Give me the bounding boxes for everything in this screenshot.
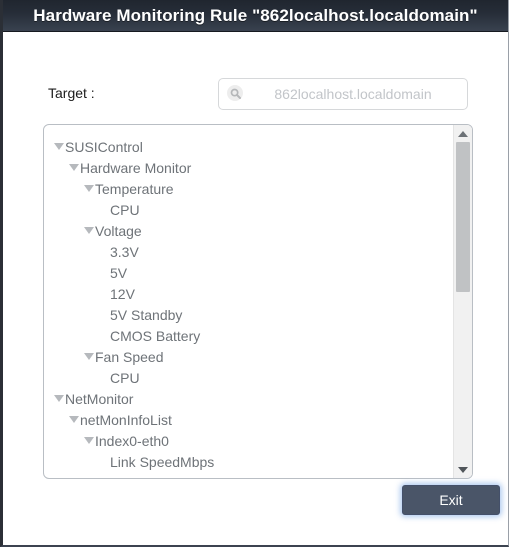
target-row: Target : [3,78,508,112]
tree-node-label: Fan Speed [95,349,164,365]
tree-node-label: Temperature [95,181,174,197]
scrollbar-thumb[interactable] [456,142,470,292]
tree-node[interactable]: CPU [44,368,453,389]
caret-down-icon[interactable] [54,143,64,150]
tree-node[interactable]: 3.3V [44,242,453,263]
tree-node[interactable]: 5V Standby [44,305,453,326]
tree-node[interactable]: netMonInfoList [44,410,453,431]
caret-down-icon[interactable] [84,437,94,444]
tree-node[interactable]: Voltage [44,221,453,242]
tree-node-label: Hardware Monitor [80,160,192,176]
chevron-down-icon [458,466,468,473]
dialog-body: Target : SUSIControl Hardware Monitor Temp… [3,32,508,545]
dialog-title: Hardware Monitoring Rule "862localhost.l… [33,5,478,25]
tree-node-label: CMOS Battery [110,328,201,344]
tree-node-label: CPU [110,202,140,218]
tree-node[interactable]: SUSIControl [44,137,453,158]
tree-scrollbar[interactable] [453,125,472,478]
caret-down-icon[interactable] [54,395,64,402]
caret-down-icon[interactable] [84,227,94,234]
target-label: Target : [48,85,95,101]
device-tree-panel: SUSIControl Hardware Monitor Temperature CP… [43,124,473,479]
tree-node[interactable]: CPU [44,200,453,221]
tree-node[interactable]: Hardware Monitor [44,158,453,179]
scrollbar-down-button[interactable] [454,461,472,478]
tree-node[interactable]: 5V [44,263,453,284]
tree-node-label: 5V Standby [110,307,183,323]
scrollbar-track[interactable] [454,142,472,461]
dialog-titlebar: Hardware Monitoring Rule "862localhost.l… [3,0,508,32]
tree-node-label: 3.3V [110,244,139,260]
target-search-box[interactable] [218,78,468,110]
tree-node-label: netMonInfoList [80,412,172,428]
hardware-monitoring-rule-dialog: Hardware Monitoring Rule "862localhost.l… [0,0,509,547]
search-icon [223,81,249,107]
tree-node[interactable]: Index0-eth0 [44,431,453,452]
target-search-input[interactable] [249,80,467,108]
tree-node-label: 5V [110,265,128,281]
caret-down-icon[interactable] [84,353,94,360]
tree-node[interactable]: Link SpeedMbps [44,452,453,473]
tree-node[interactable]: 12V [44,284,453,305]
tree-node[interactable]: Fan Speed [44,347,453,368]
tree-node-label: Link SpeedMbps [110,454,215,470]
scrollbar-up-button[interactable] [454,125,472,142]
device-tree-list[interactable]: SUSIControl Hardware Monitor Temperature CP… [44,125,453,478]
dialog-footer: Exit [3,477,508,545]
tree-node-label: CPU [110,370,140,386]
tree-node-label: SUSIControl [65,139,143,155]
caret-down-icon[interactable] [69,164,79,171]
caret-down-icon[interactable] [84,185,94,192]
caret-down-icon[interactable] [69,416,79,423]
tree-node-label: NetMonitor [65,391,134,407]
tree-node-label: Voltage [95,223,142,239]
tree-node[interactable]: Temperature [44,179,453,200]
tree-node-label: Index0-eth0 [95,433,169,449]
tree-node-label: 12V [110,286,135,302]
chevron-up-icon [458,130,468,137]
tree-node[interactable]: CMOS Battery [44,326,453,347]
exit-button[interactable]: Exit [402,485,500,515]
tree-node[interactable]: NetMonitor [44,389,453,410]
